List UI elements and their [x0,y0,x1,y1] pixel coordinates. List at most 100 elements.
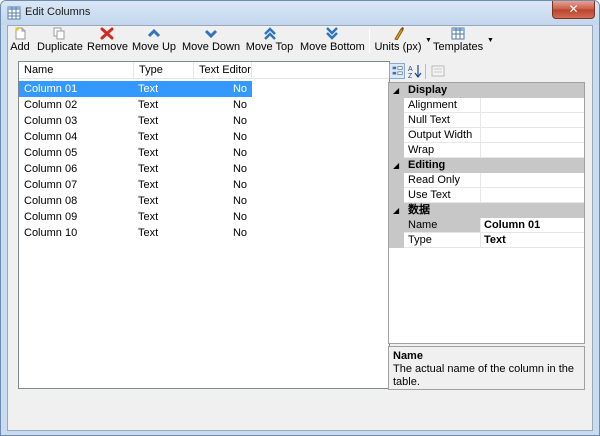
property-toolbar: A Z [388,61,585,81]
column-header-type[interactable]: Type [134,62,194,79]
property-gutter [389,113,404,128]
property-gutter [389,128,404,143]
table-row[interactable]: Column 07 Text No [19,177,252,193]
cell-text-editor: No [232,83,247,95]
property-value[interactable]: Text [481,233,584,248]
table-icon [7,6,21,20]
cell-name: Column 08 [24,195,78,207]
remove-button[interactable]: Remove [87,27,128,55]
collapse-triangle-icon[interactable]: ◢ [393,203,399,218]
property-pages-icon[interactable] [430,63,446,79]
cell-name: Column 05 [24,147,78,159]
title-bar[interactable]: Edit Columns ✕ [1,1,599,25]
table-row[interactable]: Column 08 Text No [19,193,252,209]
property-value[interactable] [481,113,584,128]
cell-type: Text [138,115,159,127]
property-value[interactable] [481,173,584,188]
cell-text-editor: No [232,115,247,127]
property-grid[interactable]: ◢ Display Alignment Null Text Output Width Wr… [388,82,585,344]
collapse-triangle-icon[interactable]: ◢ [393,83,399,98]
categorized-view-icon[interactable] [389,63,405,79]
cell-type: Text [138,179,159,191]
property-value[interactable] [481,188,584,203]
window-title: Edit Columns [25,6,91,18]
add-button[interactable]: Add [10,27,30,55]
cell-type: Text [138,211,159,223]
property-row[interactable]: Alignment [389,98,584,113]
property-category[interactable]: ◢ Editing [389,158,584,173]
property-row[interactable]: Use Text Editor [389,188,584,216]
templates-dropdown[interactable]: Templates [433,27,483,55]
sort-alphabetical-icon[interactable]: A Z [407,63,423,79]
property-name: Null Text [404,113,481,128]
cell-text-editor: No [232,211,247,223]
duplicate-button[interactable]: Duplicate [37,27,83,55]
templates-label: Templates [433,41,484,53]
units-label: Units (px) [374,41,422,53]
help-title: Name [393,350,423,362]
table-row[interactable]: Column 05 Text No [19,145,252,161]
svg-text:A: A [408,66,413,73]
property-panel: A Z ◢ Display Alignment Null Text Output Wid… [388,61,585,344]
cell-type: Text [138,83,159,95]
property-row[interactable]: Name Column 01 [389,218,584,233]
cell-type: Text [138,147,159,159]
property-row[interactable]: Wrap [389,143,584,158]
property-category[interactable]: ◢ 数据 [389,203,584,218]
property-row[interactable]: Read Only [389,173,584,188]
property-value[interactable] [481,143,584,158]
move-bottom-label: Move Bottom [300,41,365,53]
svg-text:Z: Z [408,73,413,79]
move-bottom-button[interactable]: Move Bottom [300,27,365,55]
cell-text-editor: No [232,163,247,175]
table-row[interactable]: Column 09 Text No [19,209,252,225]
category-title: 数据 [408,204,430,216]
help-description: The actual name of the column in the tab… [393,363,574,388]
property-help-panel: Name The actual name of the column in th… [388,346,585,390]
table-row[interactable]: Column 06 Text No [19,161,252,177]
column-header-name[interactable]: Name [19,62,134,79]
property-name: Alignment [404,98,481,113]
column-header-text-editor[interactable]: Text Editor [194,62,252,79]
units-arrow-icon[interactable]: ▼ [425,37,432,44]
templates-arrow-icon[interactable]: ▼ [487,37,494,44]
collapse-triangle-icon[interactable]: ◢ [393,158,399,173]
property-value[interactable] [481,128,584,143]
property-value[interactable]: Column 01 [481,218,584,233]
columns-list[interactable]: Name Type Text Editor Column 01 Text No Col… [18,61,390,389]
move-down-button[interactable]: Move Down [182,27,240,55]
property-gutter [389,173,404,188]
property-row[interactable]: Null Text [389,113,584,128]
property-gutter [389,233,404,248]
cell-text-editor: No [232,227,247,239]
property-gutter [389,143,404,158]
add-label: Add [10,41,30,53]
property-category[interactable]: ◢ Display [389,83,584,98]
property-gutter [389,218,404,233]
duplicate-label: Duplicate [37,41,83,53]
table-row[interactable]: Column 03 Text No [19,113,252,129]
table-row[interactable]: Column 02 Text No [19,97,252,113]
table-row[interactable]: Column 10 Text No [19,225,252,241]
table-row[interactable]: Column 04 Text No [19,129,252,145]
property-name: Output Width [404,128,481,143]
close-button[interactable]: ✕ [552,1,595,19]
move-top-button[interactable]: Move Top [245,27,294,55]
edit-columns-window: Edit Columns ✕ Add Duplicate Remove Move… [0,0,600,436]
grid-table-icon [451,27,465,40]
units-dropdown[interactable]: Units (px) [374,27,422,55]
table-row[interactable]: Column 01 Text No [19,81,252,97]
cell-name: Column 06 [24,163,78,175]
property-row[interactable]: Type Text [389,233,584,248]
property-row[interactable]: Output Width [389,128,584,143]
double-chevron-down-icon [326,27,338,40]
cell-name: Column 07 [24,179,78,191]
move-up-button[interactable]: Move Up [132,27,176,55]
duplicate-icon [53,27,65,40]
property-value[interactable] [481,98,584,113]
property-name: Read Only [404,173,481,188]
property-gutter [389,188,404,203]
property-name: Type [404,233,481,248]
cell-name: Column 02 [24,99,78,111]
move-top-label: Move Top [245,41,294,53]
